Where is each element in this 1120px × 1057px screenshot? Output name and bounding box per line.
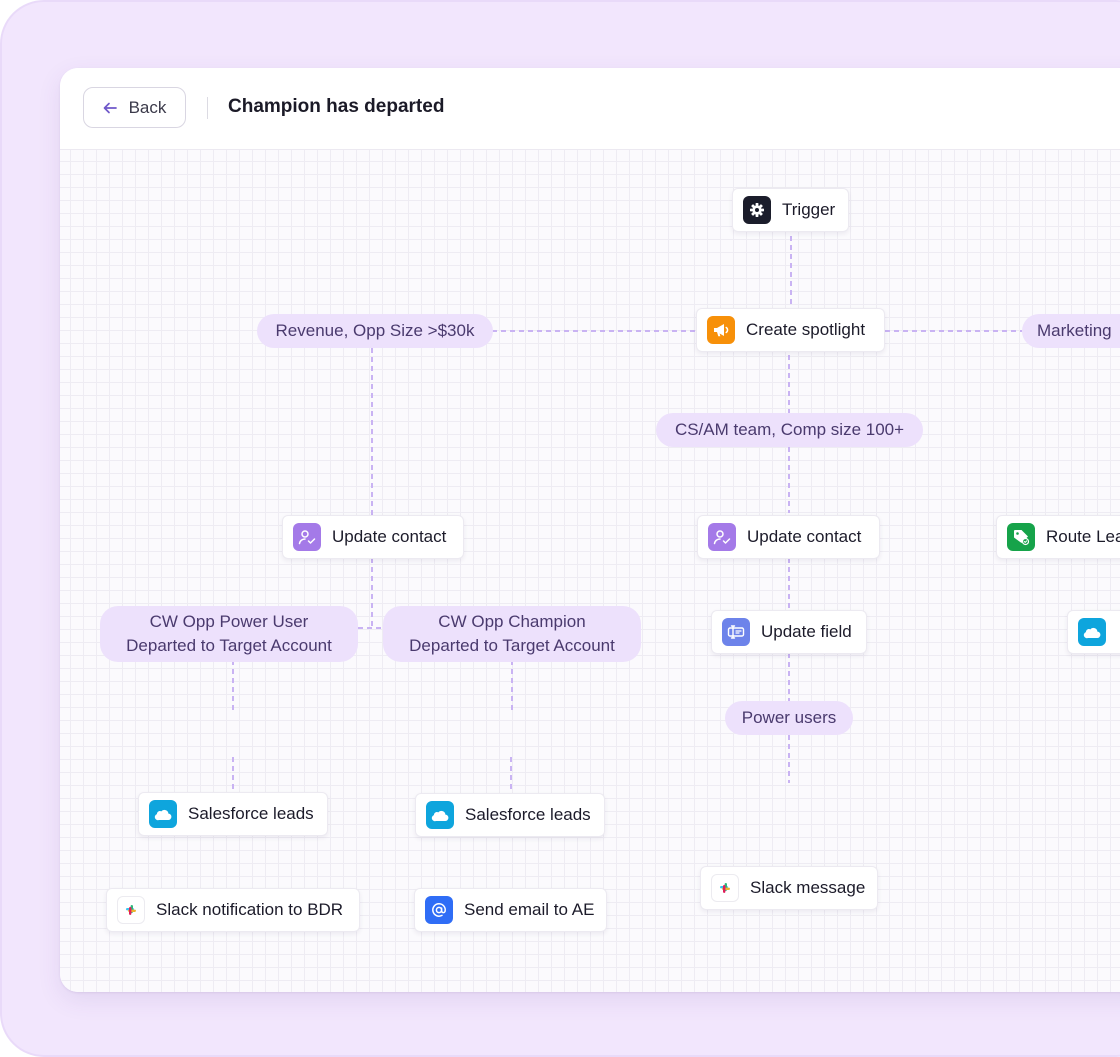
workflow-canvas[interactable]: Trigger Revenue, Opp Size >$30k Create s… <box>60 150 1120 992</box>
condition-champion[interactable]: CW Opp Champion Departed to Target Accou… <box>383 606 641 662</box>
node-label: Slack message <box>750 878 866 897</box>
salesforce-cloud-icon <box>426 801 454 829</box>
node-label: Salesforce leads <box>465 805 591 824</box>
condition-label: Power users <box>741 708 837 727</box>
user-check-icon <box>293 523 321 551</box>
condition-cs-am[interactable]: CS/AM team, Comp size 100+ <box>656 413 923 447</box>
slack-icon <box>117 896 145 924</box>
slack-notification-node[interactable]: Slack notification to BDR <box>106 888 360 932</box>
at-sign-icon <box>425 896 453 924</box>
condition-label-line2: Departed to Target Account <box>126 636 332 655</box>
update-field-node[interactable]: Update field <box>711 610 867 654</box>
salesforce-node-right[interactable] <box>1067 610 1120 654</box>
condition-label-line2: Departed to Target Account <box>409 636 615 655</box>
node-label: Salesforce leads <box>188 804 314 823</box>
create-spotlight-node[interactable]: Create spotlight <box>696 308 885 352</box>
back-label: Back <box>128 97 167 117</box>
condition-power-user[interactable]: CW Opp Power User Departed to Target Acc… <box>100 606 358 662</box>
salesforce-leads-node-1[interactable]: Salesforce leads <box>138 792 328 836</box>
workflow-window: Back Champion has departed Trigger Reven… <box>60 68 1120 992</box>
node-label: Send email to AE <box>464 900 595 919</box>
update-contact-node-center[interactable]: Update contact <box>697 515 880 559</box>
arrow-left-icon <box>103 102 117 114</box>
condition-label: Marketing <box>1037 321 1112 340</box>
salesforce-cloud-icon <box>149 800 177 828</box>
tag-icon <box>1007 523 1035 551</box>
condition-label: CS/AM team, Comp size 100+ <box>674 420 905 439</box>
salesforce-cloud-icon <box>1078 618 1106 646</box>
condition-revenue[interactable]: Revenue, Opp Size >$30k <box>257 314 493 348</box>
route-leads-node[interactable]: Route Lea <box>996 515 1120 559</box>
node-label: Trigger <box>782 200 836 219</box>
condition-marketing[interactable]: Marketing <box>1022 314 1120 348</box>
back-button[interactable]: Back <box>83 87 186 128</box>
condition-power-users[interactable]: Power users <box>725 701 853 735</box>
update-contact-node-left[interactable]: Update contact <box>282 515 464 559</box>
node-label: Update field <box>761 622 852 641</box>
condition-label: Revenue, Opp Size >$30k <box>275 321 475 340</box>
connector-lines <box>232 236 1022 808</box>
condition-label-line1: CW Opp Champion <box>438 612 586 631</box>
slack-message-node[interactable]: Slack message <box>700 866 878 910</box>
slack-icon <box>711 874 739 902</box>
user-check-icon <box>708 523 736 551</box>
gear-icon <box>743 196 771 224</box>
node-label: Slack notification to BDR <box>156 900 344 919</box>
salesforce-leads-node-2[interactable]: Salesforce leads <box>415 793 605 837</box>
text-field-icon <box>722 618 750 646</box>
header-divider <box>207 97 208 119</box>
node-label: Route Lea <box>1046 527 1120 546</box>
header-bar: Back Champion has departed <box>60 68 1120 150</box>
node-label: Update contact <box>332 527 447 546</box>
node-label: Update contact <box>747 527 862 546</box>
trigger-node[interactable]: Trigger <box>732 188 849 232</box>
send-email-node[interactable]: Send email to AE <box>414 888 607 932</box>
page-title: Champion has departed <box>228 96 445 117</box>
megaphone-icon <box>707 316 735 344</box>
condition-label-line1: CW Opp Power User <box>149 612 309 631</box>
node-label: Create spotlight <box>746 320 866 339</box>
